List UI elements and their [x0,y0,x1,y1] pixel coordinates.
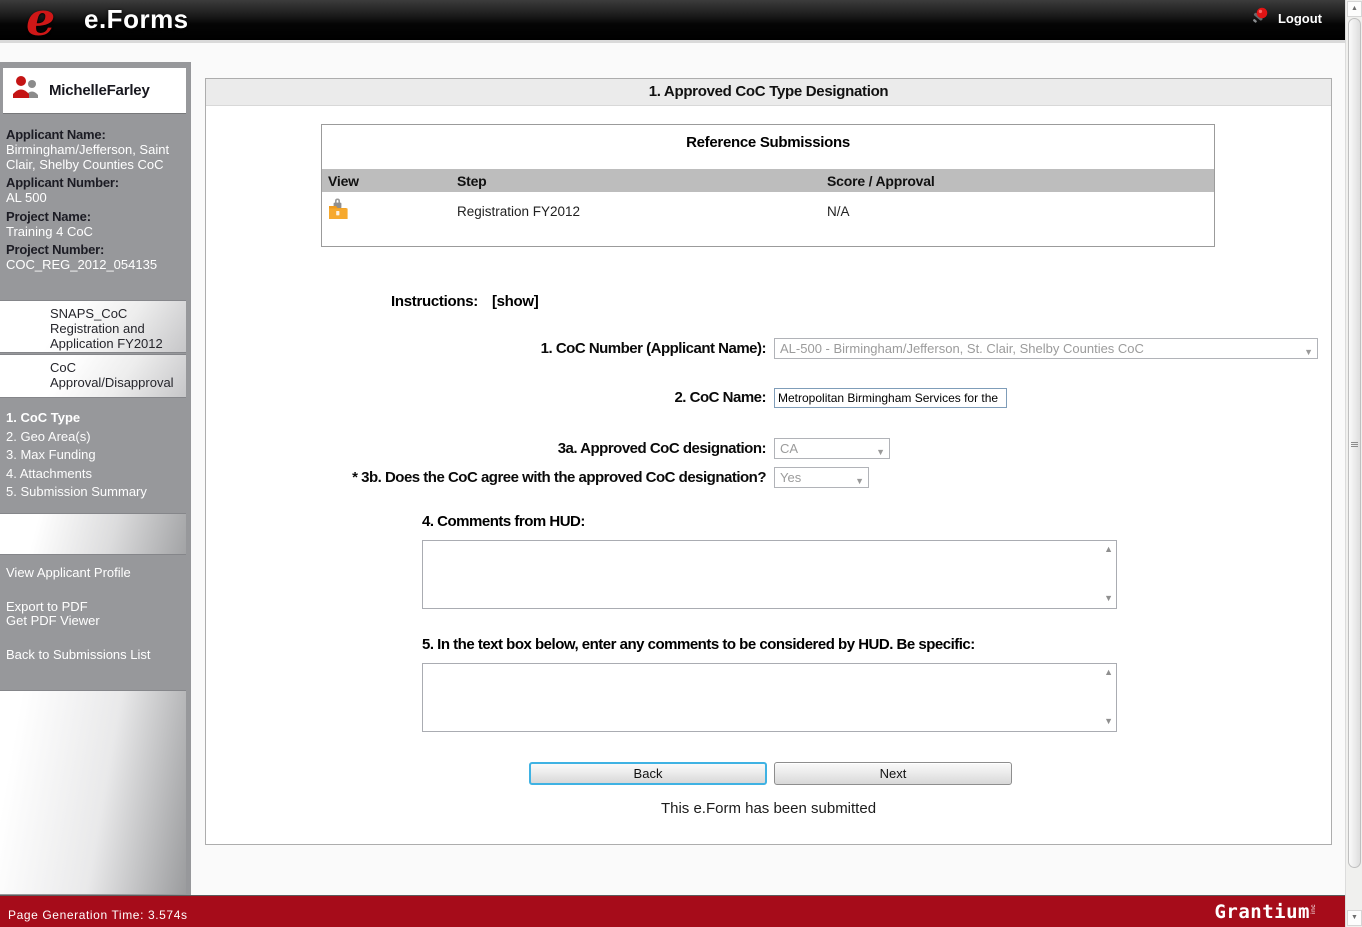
logout-label: Logout [1277,11,1322,26]
applicant-name-value: Birmingham/Jefferson, Saint Clair, Shelb… [6,142,170,172]
column-header-step: Step [457,172,487,189]
status-message: This e.Form has been submitted [660,800,877,817]
page-title: 1. Approved CoC Type Designation [206,79,1331,106]
step-cell: Registration FY2012 [457,204,581,219]
sidebar-tab-registration[interactable]: SNAPS_CoC Registration and Application F… [0,300,186,353]
project-name-label: Project Name: [6,208,91,224]
user-comments-field: ▲ ▼ [422,663,1117,732]
grantium-logo-suffix: inc [1310,904,1317,914]
key-icon [1248,7,1270,30]
page-generation-time: Page Generation Time: 3.574s [8,908,188,922]
approved-designation-selected-value: CA [780,441,799,456]
sidebar-bottom-panel [0,690,186,894]
coc-agree-selected-value: Yes [780,470,802,485]
page-scrollbar[interactable]: ▲ ▼ [1345,0,1362,927]
coc-number-select[interactable]: AL-500 - Birmingham/Jefferson, St. Clair… [774,338,1318,359]
next-button[interactable]: Next [774,762,1012,785]
app-header: e e.Forms Logout [0,0,1362,46]
nav-item-coc-type[interactable]: 1. CoC Type [6,409,186,428]
project-name-value: Training 4 CoC [6,223,93,239]
applicant-number-label: Applicant Number: [6,175,119,190]
back-button[interactable]: Back [529,762,767,785]
coc-number-selected-value: AL-500 - Birmingham/Jefferson, St. Clair… [780,341,1144,356]
user-comments-label: 5. In the text box below, enter any comm… [422,636,975,653]
scrollbar-up-icon[interactable]: ▲ [1347,1,1362,17]
chevron-down-icon: ▼ [1304,347,1313,357]
app-footer: Page Generation Time: 3.574s Grantium in… [0,895,1345,927]
project-number-label: Project Number: [6,242,105,257]
view-applicant-profile-link[interactable]: View Applicant Profile [6,565,131,580]
user-icon [11,75,41,106]
grantium-logo: Grantium inc [1214,901,1317,923]
applicant-info: Applicant Name: Birmingham/Jefferson, Sa… [6,126,184,275]
form-panel: 1. Approved CoC Type Designation Referen… [205,78,1332,845]
form-step-nav: 1. CoC Type 2. Geo Area(s) 3. Max Fundin… [6,409,186,502]
applicant-number-value: AL 500 [6,190,47,205]
sidebar: MichelleFarley Applicant Name: Birmingha… [0,62,191,895]
user-box: MichelleFarley [3,68,186,114]
instructions-show-toggle[interactable]: [show] [492,293,539,310]
approved-designation-label: 3a. Approved CoC designation: [557,440,767,457]
app-title: e.Forms [84,4,189,34]
scrollbar-down-icon[interactable]: ▼ [1347,910,1362,926]
reference-table-header: View Step Score / Approval [322,169,1214,192]
folder-lock-icon[interactable] [328,198,350,224]
chevron-down-icon: ▼ [876,447,885,457]
back-to-submissions-list-link[interactable]: Back to Submissions List [6,647,151,662]
approved-designation-select[interactable]: CA ▼ [774,438,890,459]
hud-comments-textarea[interactable] [422,540,1117,609]
eforms-logo-icon: e [26,0,56,46]
coc-agree-label: * 3b. Does the CoC agree with the approv… [352,469,766,486]
export-to-pdf-link[interactable]: Export to PDF [6,599,88,614]
column-header-view: View [328,172,359,189]
nav-item-attachments[interactable]: 4. Attachments [6,465,186,484]
scrollbar-thumb[interactable] [1348,18,1361,868]
sidebar-divider-bar [0,513,186,555]
reference-submissions-table: Reference Submissions View Step Score / … [321,124,1215,247]
scrollbar-grip [1351,442,1358,447]
get-pdf-viewer-link[interactable]: Get PDF Viewer [6,613,100,628]
score-cell: N/A [827,204,850,219]
grantium-logo-text: Grantium [1214,901,1310,923]
nav-item-submission-summary[interactable]: 5. Submission Summary [6,483,186,502]
table-row: Registration FY2012 N/A [322,192,1214,246]
chevron-down-icon: ▼ [855,476,864,486]
hud-comments-field: ▲ ▼ [422,540,1117,609]
instructions-row: Instructions: [show] [391,293,539,310]
coc-name-input[interactable] [774,388,1007,408]
nav-item-geo-areas[interactable]: 2. Geo Area(s) [6,428,186,447]
coc-number-label: 1. CoC Number (Applicant Name): [540,340,767,357]
coc-agree-select[interactable]: Yes ▼ [774,467,869,488]
column-header-score-approval: Score / Approval [827,172,935,189]
reference-submissions-title: Reference Submissions [686,134,850,151]
nav-item-max-funding[interactable]: 3. Max Funding [6,446,186,465]
hud-comments-label: 4. Comments from HUD: [422,513,585,530]
instructions-label: Instructions: [391,293,478,310]
user-comments-textarea[interactable] [422,663,1117,732]
project-number-value: COC_REG_2012_054135 [6,257,158,272]
applicant-name-label: Applicant Name: [6,127,106,142]
coc-name-label: 2. CoC Name: [674,389,766,406]
sidebar-tab-approval[interactable]: CoC Approval/Disapproval [0,354,186,398]
username: MichelleFarley [49,82,150,99]
logout-button[interactable]: Logout [1248,7,1322,30]
